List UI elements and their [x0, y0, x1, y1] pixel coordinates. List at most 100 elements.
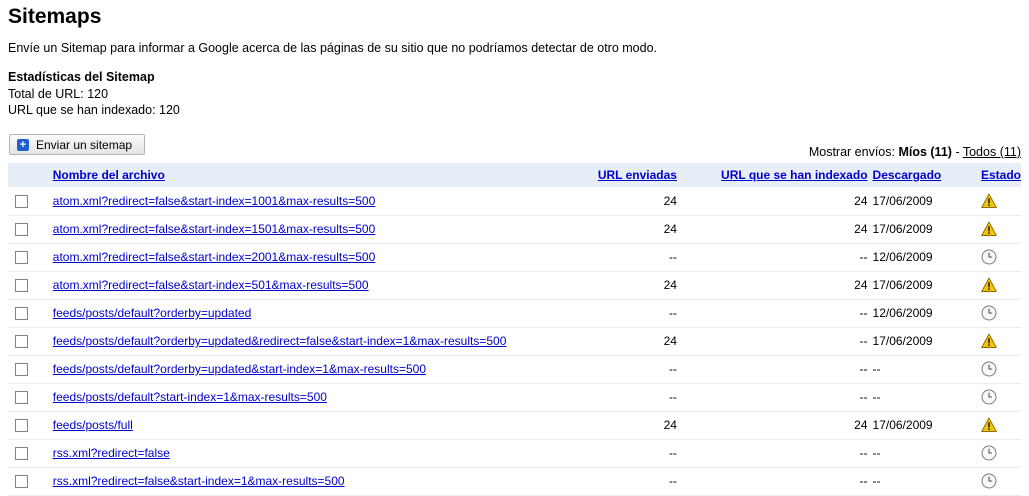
submit-sitemap-label: Enviar un sitemap	[36, 137, 133, 152]
downloaded-cell: 17/06/2009	[872, 418, 933, 432]
stats-heading: Estadísticas del Sitemap	[8, 70, 155, 84]
sort-sent-link[interactable]: URL enviadas	[598, 168, 677, 182]
warning-icon[interactable]	[981, 277, 997, 293]
downloaded-cell: 12/06/2009	[872, 306, 933, 320]
total-urls-stat: Total de URL: 120	[8, 87, 109, 101]
row-checkbox-cell	[8, 243, 53, 271]
sent-cell: --	[668, 390, 677, 404]
row-checkbox[interactable]	[15, 363, 28, 377]
downloaded-cell: 17/06/2009	[872, 222, 933, 236]
clock-icon[interactable]	[981, 473, 997, 489]
indexed-cell: 24	[854, 278, 868, 292]
header-status: Estado	[981, 163, 1021, 187]
table-header-row: Nombre del archivo URL enviadas URL que …	[8, 163, 1021, 187]
warning-icon[interactable]	[981, 221, 997, 237]
sitemap-link[interactable]: atom.xml?redirect=false&start-index=2001…	[53, 250, 376, 264]
sent-cell: 24	[663, 193, 677, 208]
filename-cell: feeds/posts/default?start-index=1&max-re…	[53, 383, 554, 411]
sitemap-link[interactable]: atom.xml?redirect=false&start-index=1501…	[53, 222, 376, 236]
submit-sitemap-button[interactable]: + Enviar un sitemap	[9, 134, 145, 155]
downloaded-cell: --	[872, 474, 881, 488]
filename-cell: rss.xml?redirect=false	[53, 439, 554, 467]
sitemap-link[interactable]: feeds/posts/full	[53, 418, 133, 432]
downloaded-cell: 17/06/2009	[872, 278, 933, 292]
row-checkbox[interactable]	[15, 307, 28, 321]
page-title: Sitemaps	[8, 5, 102, 28]
indexed-cell: --	[859, 306, 868, 320]
indexed-cell: --	[859, 474, 868, 488]
sort-indexed-link[interactable]: URL que se han indexado	[721, 168, 867, 182]
sitemap-link[interactable]: feeds/posts/default?orderby=updated&redi…	[53, 334, 507, 348]
row-checkbox-cell	[8, 467, 53, 495]
sitemap-link[interactable]: atom.xml?redirect=false&start-index=501&…	[53, 278, 369, 292]
status-cell	[981, 187, 1021, 215]
row-checkbox[interactable]	[15, 475, 28, 489]
header-checkbox-cell	[8, 163, 53, 187]
table-row: rss.xml?redirect=false&start-index=1&max…	[8, 467, 1021, 495]
row-checkbox-cell	[8, 355, 53, 383]
table-row: feeds/posts/default?orderby=updated&redi…	[8, 327, 1021, 355]
row-checkbox[interactable]	[15, 279, 28, 293]
clock-icon[interactable]	[981, 445, 997, 461]
row-checkbox-cell	[8, 383, 53, 411]
table-row: feeds/posts/default?orderby=updated -- -- 1…	[8, 299, 1021, 327]
sitemap-link[interactable]: feeds/posts/default?orderby=updated&star…	[53, 362, 426, 376]
sort-downloaded-link[interactable]: Descargado	[873, 168, 942, 182]
sitemap-link[interactable]: feeds/posts/default?start-index=1&max-re…	[53, 390, 327, 404]
sent-cell: 24	[663, 334, 677, 348]
warning-icon[interactable]	[981, 333, 997, 349]
sitemap-link[interactable]: rss.xml?redirect=false&start-index=1&max…	[53, 474, 345, 488]
table-row: atom.xml?redirect=false&start-index=2001…	[8, 243, 1021, 271]
sitemap-link[interactable]: feeds/posts/default?orderby=updated	[53, 306, 251, 320]
clock-icon[interactable]	[981, 389, 997, 405]
sent-cell: 24	[663, 278, 677, 292]
status-cell	[981, 411, 1021, 439]
row-checkbox[interactable]	[15, 391, 28, 405]
filename-cell: rss.xml?redirect=false&start-index=1&max…	[53, 467, 554, 495]
filter-all-link[interactable]: Todos (11)	[963, 145, 1021, 159]
warning-icon[interactable]	[981, 193, 997, 209]
status-cell	[981, 243, 1021, 271]
row-checkbox[interactable]	[15, 447, 28, 461]
filename-cell: atom.xml?redirect=false&start-index=2001…	[53, 243, 554, 271]
row-checkbox[interactable]	[15, 251, 28, 265]
sent-cell: 24	[663, 222, 677, 236]
sitemap-link[interactable]: atom.xml?redirect=false&start-index=1001…	[53, 194, 376, 208]
clock-icon[interactable]	[981, 249, 997, 265]
row-checkbox[interactable]	[15, 335, 28, 349]
row-checkbox-cell	[8, 187, 53, 215]
sort-status-link[interactable]: Estado	[981, 168, 1021, 182]
indexed-cell: 24	[854, 418, 868, 432]
filename-cell: atom.xml?redirect=false&start-index=1501…	[53, 215, 554, 243]
downloaded-cell: 17/06/2009	[872, 193, 933, 208]
status-cell	[981, 467, 1021, 495]
downloaded-cell: 17/06/2009	[872, 334, 933, 348]
sort-filename-link[interactable]: Nombre del archivo	[53, 168, 165, 182]
status-cell	[981, 327, 1021, 355]
status-cell	[981, 299, 1021, 327]
warning-icon[interactable]	[981, 417, 997, 433]
row-checkbox-cell	[8, 439, 53, 467]
sent-cell: --	[668, 250, 677, 264]
clock-icon[interactable]	[981, 305, 997, 321]
indexed-cell: --	[859, 362, 868, 376]
page-description: Envíe un Sitemap para informar a Google …	[8, 41, 657, 55]
sent-cell: 24	[663, 418, 677, 432]
row-checkbox[interactable]	[15, 419, 28, 433]
status-cell	[981, 439, 1021, 467]
sitemap-link[interactable]: rss.xml?redirect=false	[53, 446, 170, 460]
table-row: feeds/posts/full 24 24 17/06/2009	[8, 411, 1021, 439]
status-cell	[981, 355, 1021, 383]
table-row: feeds/posts/default?start-index=1&max-re…	[8, 383, 1021, 411]
table-row: atom.xml?redirect=false&start-index=1501…	[8, 215, 1021, 243]
downloaded-cell: --	[872, 362, 881, 376]
indexed-cell: --	[859, 446, 868, 460]
table-row: rss.xml?redirect=false -- -- --	[8, 439, 1021, 467]
row-checkbox[interactable]	[15, 223, 28, 237]
header-indexed: URL que se han indexado	[677, 163, 867, 187]
row-checkbox[interactable]	[15, 194, 28, 208]
indexed-urls-stat: URL que se han indexado: 120	[8, 103, 180, 117]
filename-cell: feeds/posts/default?orderby=updated	[53, 299, 554, 327]
filter-label: Mostrar envíos:	[808, 145, 895, 159]
clock-icon[interactable]	[981, 361, 997, 377]
